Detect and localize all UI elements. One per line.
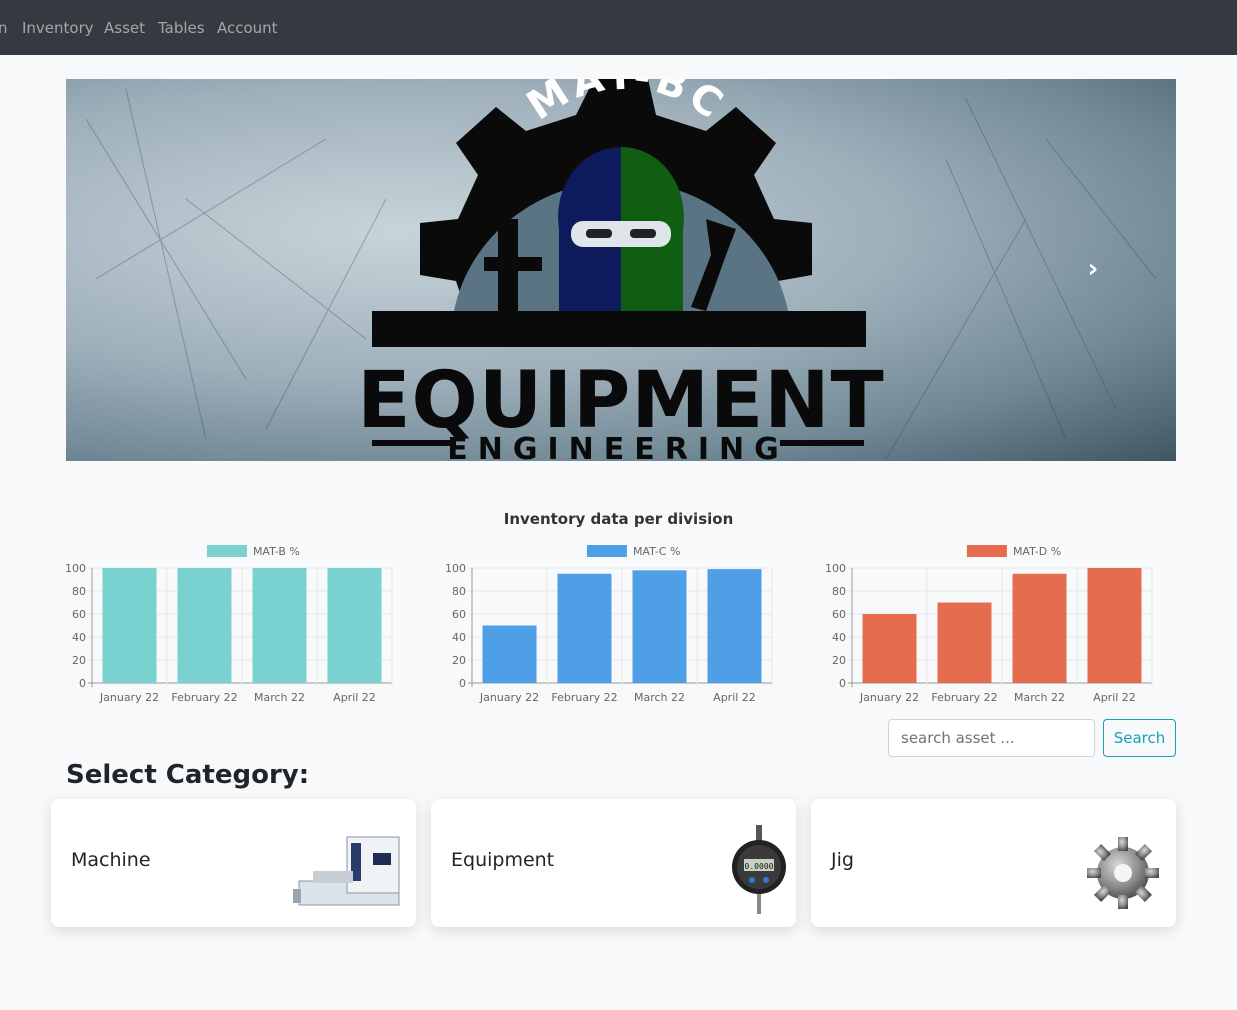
- nav-link-home[interactable]: n: [0, 18, 8, 38]
- charts-title: Inventory data per division: [503, 510, 734, 528]
- y-tick-label: 20: [832, 654, 846, 667]
- x-tick-label: January 22: [99, 691, 159, 704]
- bar[interactable]: [327, 568, 382, 683]
- navbar: n Inventory Asset Tables Account: [0, 0, 1237, 55]
- y-tick-label: 40: [72, 631, 86, 644]
- legend-swatch[interactable]: [586, 545, 627, 557]
- legend-label[interactable]: MAT-C %: [633, 545, 680, 558]
- bar-chart-svg: 0 20 40 60 80 100 January 22 February 22 March 2…: [445, 545, 773, 704]
- chevron-right-icon[interactable]: ›: [1078, 254, 1108, 284]
- x-tick-label: February 22: [171, 691, 237, 704]
- bar-chart-svg: 0 20 40 60 80 100 January 22 February 22 March 2…: [825, 545, 1153, 704]
- bar[interactable]: [1087, 568, 1142, 683]
- y-tick-label: 60: [832, 608, 846, 621]
- equipment-engineering-logo: MAT-BC EQUIPMENT ENGINEERING: [85, 79, 1157, 461]
- nav-link-account[interactable]: Account: [217, 18, 278, 38]
- nav-link-tables[interactable]: Tables: [158, 18, 205, 38]
- x-tick-label: March 22: [1014, 691, 1065, 704]
- cmm-machine-icon: [293, 836, 400, 906]
- y-tick-label: 20: [452, 654, 466, 667]
- bar[interactable]: [632, 570, 687, 683]
- bar[interactable]: [102, 568, 157, 683]
- chart-mat-c: 0 20 40 60 80 100 January 22 February 22 March 2…: [442, 540, 782, 710]
- bar[interactable]: [482, 625, 537, 684]
- category-label: Jig: [831, 849, 854, 871]
- x-tick-label: March 22: [634, 691, 685, 704]
- category-label: Equipment: [451, 849, 555, 871]
- y-tick-label: 100: [445, 562, 466, 575]
- bar[interactable]: [707, 569, 762, 683]
- banner-carousel: MAT-BC EQUIPMENT ENGINEERING: [66, 79, 1176, 461]
- nav-link-inventory[interactable]: Inventory: [22, 18, 94, 38]
- y-tick-label: 0: [839, 677, 846, 690]
- y-tick-label: 40: [832, 631, 846, 644]
- x-tick-label: January 22: [479, 691, 539, 704]
- bar[interactable]: [937, 602, 992, 684]
- logo-sub-text: ENGINEERING: [447, 432, 788, 461]
- y-tick-label: 80: [72, 585, 86, 598]
- legend-swatch[interactable]: [206, 545, 247, 557]
- y-tick-label: 60: [72, 608, 86, 621]
- chart-mat-d: 0 20 40 60 80 100 January 22 February 22 March 2…: [822, 540, 1162, 710]
- bar[interactable]: [1012, 573, 1067, 683]
- x-tick-label: April 22: [333, 691, 376, 704]
- dial-indicator-icon: 0.0000: [732, 825, 786, 914]
- y-tick-label: 80: [452, 585, 466, 598]
- category-label: Machine: [71, 849, 151, 871]
- y-tick-label: 40: [452, 631, 466, 644]
- gear-icon: [1087, 837, 1159, 909]
- bar[interactable]: [177, 568, 232, 683]
- bar[interactable]: [252, 568, 307, 683]
- svg-text:0.0000: 0.0000: [745, 862, 774, 871]
- y-tick-label: 100: [825, 562, 846, 575]
- x-tick-label: April 22: [1093, 691, 1136, 704]
- legend-label[interactable]: MAT-B %: [253, 545, 300, 558]
- y-tick-label: 0: [79, 677, 86, 690]
- bar[interactable]: [557, 573, 612, 683]
- y-tick-label: 100: [65, 562, 86, 575]
- legend-label[interactable]: MAT-D %: [1013, 545, 1061, 558]
- y-tick-label: 20: [72, 654, 86, 667]
- bar-chart-svg: 0 20 40 60 80 100 January 22 February 22 March 2…: [65, 545, 393, 704]
- search-input[interactable]: [888, 719, 1095, 757]
- x-tick-label: April 22: [713, 691, 756, 704]
- x-tick-label: March 22: [254, 691, 305, 704]
- category-card-machine[interactable]: Machine: [51, 799, 416, 927]
- y-tick-label: 80: [832, 585, 846, 598]
- y-tick-label: 0: [459, 677, 466, 690]
- chart-mat-b: 0 20 40 60 80 100 January 22 February 22 March 2…: [62, 540, 402, 710]
- category-card-jig[interactable]: Jig: [811, 799, 1176, 927]
- bar[interactable]: [862, 614, 917, 683]
- y-tick-label: 60: [452, 608, 466, 621]
- x-tick-label: February 22: [551, 691, 617, 704]
- category-card-equipment[interactable]: Equipment 0.0000: [431, 799, 796, 927]
- x-tick-label: January 22: [859, 691, 919, 704]
- legend-swatch[interactable]: [966, 545, 1007, 557]
- nav-link-asset[interactable]: Asset: [104, 18, 145, 38]
- x-tick-label: February 22: [931, 691, 997, 704]
- section-heading: Select Category:: [66, 760, 310, 790]
- search-button[interactable]: Search: [1103, 719, 1176, 757]
